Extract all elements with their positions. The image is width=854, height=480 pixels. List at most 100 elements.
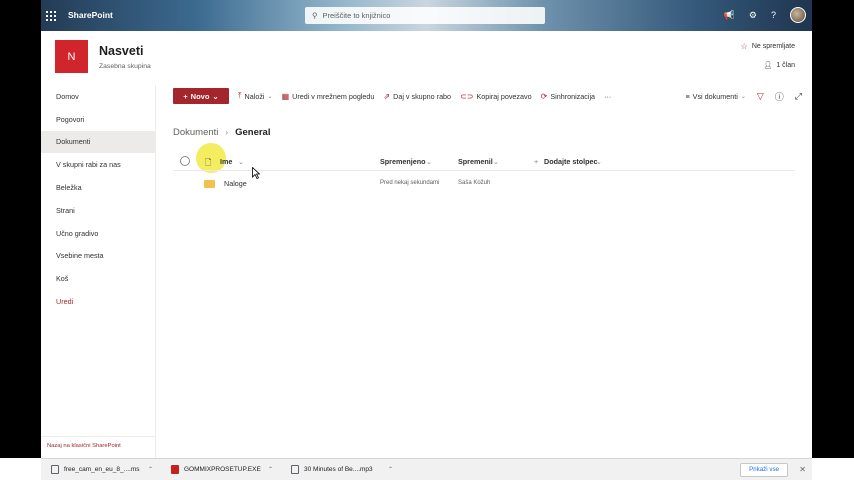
search-icon: ⚲	[312, 11, 318, 20]
search-box[interactable]: ⚲ Preiščite to knjižnico	[305, 7, 545, 24]
sync-button[interactable]: ⟳ Sinhronizacija	[541, 92, 595, 101]
person-icon: 👤︎	[763, 62, 773, 69]
chevron-down-icon: ⌄	[493, 157, 500, 166]
download-filename: free_cam_en_eu_8_....ms	[64, 466, 140, 473]
plus-icon: +	[534, 157, 539, 166]
copy-link-label: Kopiraj povezavo	[476, 91, 532, 101]
chevron-up-icon[interactable]: ⌃	[268, 466, 273, 473]
star-icon: ☆	[740, 42, 748, 51]
site-title[interactable]: Nasveti	[99, 44, 143, 58]
chevron-down-icon: ⌄	[267, 93, 273, 100]
add-column-button[interactable]: Dodajte stolpec	[544, 157, 598, 166]
grid-view-button[interactable]: ▦ Uredi v mrežnem pogledu	[282, 92, 375, 101]
plus-icon: +	[183, 91, 188, 101]
grid-label: Uredi v mrežnem pogledu	[292, 91, 375, 101]
new-button[interactable]: + Novo ⌄	[173, 88, 229, 104]
sync-icon: ⟳	[540, 91, 548, 101]
show-all-button[interactable]: Prikaži vse	[740, 462, 788, 477]
sharepoint-app: SharePoint ⚲ Preiščite to knjižnico 📢 ⚙ …	[41, 0, 812, 458]
follow-button[interactable]: ☆ Ne spremljate	[741, 42, 795, 51]
column-modified-by[interactable]: Spremenil	[458, 157, 493, 166]
copy-link-button[interactable]: ⊂⊃ Kopiraj povezavo	[460, 92, 532, 101]
chevron-down-icon: ⌄	[740, 93, 746, 100]
nav-item-belezka[interactable]: Beležka	[41, 176, 155, 199]
nav-item-vsebine-mesta[interactable]: Vsebine mesta	[41, 245, 155, 268]
new-label: Novo	[190, 91, 210, 101]
download-item[interactable]: free_cam_en_eu_8_....ms ⌃	[41, 465, 161, 474]
site-logo: N	[55, 40, 88, 73]
download-item[interactable]: 30 Minutes of Be....mp3 ⌃	[281, 465, 401, 474]
command-bar: + Novo ⌄ ⤒ Naloži ⌄ ▦ Uredi v mrežnem po…	[157, 85, 812, 107]
folder-icon	[204, 180, 215, 188]
nav-item-domov[interactable]: Domov	[41, 85, 155, 108]
row-modified-by: Saša Kožuh	[458, 180, 491, 186]
nav-item-kos[interactable]: Koš	[41, 267, 155, 290]
row-name[interactable]: Naloge	[224, 179, 247, 188]
view-selector[interactable]: ≡ Vsi dokumenti ⌄	[685, 92, 745, 101]
link-icon: ⊂⊃	[460, 91, 474, 101]
file-icon	[51, 465, 59, 474]
installer-icon	[171, 465, 179, 474]
megaphone-icon[interactable]: 📢	[724, 10, 735, 21]
audio-file-icon	[291, 465, 299, 474]
nav-edit-link[interactable]: Uredi	[41, 290, 155, 313]
view-label: Vsi dokumenti	[692, 91, 738, 101]
classic-sharepoint-link[interactable]: Nazaj na klasični SharePoint	[41, 436, 156, 458]
share-icon: ⇗	[383, 91, 391, 101]
share-label: Daj v skupno rabo	[393, 91, 452, 101]
select-all-checkbox[interactable]	[180, 156, 190, 166]
file-type-icon[interactable]: 🗋︎	[205, 157, 211, 171]
nav-item-skupna-raba[interactable]: V skupni rabi za nas	[41, 153, 155, 176]
help-icon[interactable]: ?	[771, 10, 776, 20]
chevron-down-icon: ⌄	[212, 91, 219, 101]
app-launcher-icon[interactable]	[41, 0, 61, 31]
members-button[interactable]: 👤︎ 1 član	[763, 61, 795, 70]
list-icon: ≡	[685, 91, 690, 101]
left-black-bar	[0, 0, 41, 458]
search-placeholder: Preiščite to knjižnico	[322, 11, 391, 20]
filter-icon[interactable]: ▽	[757, 91, 764, 102]
gear-icon[interactable]: ⚙	[749, 10, 757, 21]
suite-bar: SharePoint ⚲ Preiščite to knjižnico 📢 ⚙ …	[41, 0, 812, 31]
more-button[interactable]: ···	[604, 92, 611, 101]
breadcrumb-current: General	[235, 127, 271, 138]
grid-icon: ▦	[281, 91, 290, 101]
members-label: 1 član	[776, 61, 795, 69]
chevron-down-icon: ⌄	[238, 157, 245, 166]
nav-item-strani[interactable]: Strani	[41, 199, 155, 222]
sync-label: Sinhronizacija	[550, 91, 596, 101]
download-filename: 30 Minutes of Be....mp3	[304, 466, 373, 473]
left-nav: Domov Pogovori Dokumenti V skupni rabi z…	[41, 85, 156, 458]
right-black-bar	[812, 0, 854, 458]
breadcrumb-parent[interactable]: Dokumenti	[173, 127, 218, 138]
expand-icon[interactable]: ⤢	[795, 91, 802, 102]
chevron-up-icon[interactable]: ⌃	[388, 466, 393, 473]
upload-label: Naloži	[244, 91, 265, 101]
column-modified[interactable]: Spremenjeno	[380, 157, 426, 166]
follow-label: Ne spremljate	[751, 43, 795, 50]
downloads-bar: free_cam_en_eu_8_....ms ⌃ GOMMIXPROSETUP…	[41, 458, 812, 480]
avatar[interactable]	[790, 7, 806, 23]
close-icon[interactable]: ✕	[799, 465, 806, 474]
chevron-up-icon[interactable]: ⌃	[148, 466, 153, 473]
nav-item-dokumenti[interactable]: Dokumenti	[41, 130, 155, 154]
column-name[interactable]: Ime	[220, 157, 232, 166]
info-icon[interactable]: ⓘ	[775, 90, 784, 103]
list-header: 🗋︎ Ime ⌄ Spremenjeno ⌄ Spremenil ⌄ + Dod…	[173, 152, 795, 171]
chevron-down-icon: ⌄	[426, 157, 433, 166]
share-button[interactable]: ⇗ Daj v skupno rabo	[383, 92, 451, 101]
upload-icon: ⤒	[238, 91, 242, 100]
row-modified: Pred nekaj sekundami	[380, 180, 440, 186]
upload-button[interactable]: ⤒ Naloži ⌄	[238, 91, 273, 101]
brand-name[interactable]: SharePoint	[68, 10, 113, 20]
download-item[interactable]: GOMMIXPROSETUP.EXE ⌃	[161, 465, 281, 474]
download-filename: GOMMIXPROSETUP.EXE	[184, 466, 261, 473]
breadcrumb: Dokumenti › General	[173, 127, 270, 138]
mouse-cursor-icon	[252, 167, 260, 179]
nav-item-pogovori[interactable]: Pogovori	[41, 108, 155, 131]
site-subtitle: Zasebna skupina	[99, 63, 151, 70]
nav-item-ucno-gradivo[interactable]: Učno gradivo	[41, 222, 155, 245]
table-row[interactable]: Naloge Pred nekaj sekundami Saša Kožuh	[173, 175, 795, 193]
chevron-down-icon: ⌄	[596, 157, 603, 166]
chevron-right-icon: ›	[225, 128, 229, 137]
